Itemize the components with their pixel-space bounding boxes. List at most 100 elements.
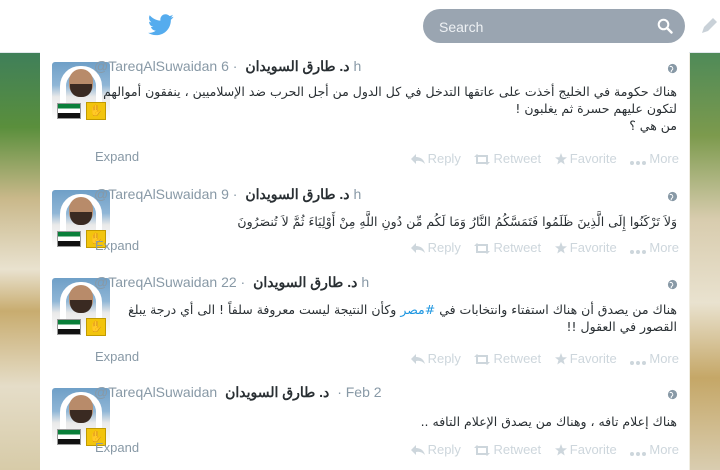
more-dots-icon — [630, 361, 647, 365]
reply-label: Reply — [427, 151, 461, 166]
retweet-label: Retweet — [493, 240, 542, 255]
flag-icon — [57, 103, 81, 119]
tweet-text-segment: وكأن النتيجة ليست معروفة سلفاً ! الى أي … — [128, 302, 401, 317]
favorite-label: Favorite — [569, 151, 617, 166]
star-icon — [554, 153, 567, 165]
favorite-button[interactable]: Favorite — [554, 240, 617, 255]
favorite-label: Favorite — [569, 351, 617, 366]
hashtag-link[interactable]: #مصر — [400, 302, 435, 317]
globe-icon — [667, 389, 678, 400]
retweet-button[interactable]: Retweet — [474, 240, 541, 255]
favorite-button[interactable]: Favorite — [554, 351, 617, 366]
reply-icon — [410, 354, 425, 364]
retweet-button[interactable]: Retweet — [474, 351, 541, 366]
reply-icon — [410, 154, 425, 164]
flag-icon — [57, 429, 81, 445]
compose-icon[interactable] — [700, 17, 718, 35]
tweet-author-name[interactable]: د. طارق السويدان — [253, 274, 357, 290]
expand-link[interactable]: Expand — [95, 238, 139, 253]
reply-label: Reply — [427, 240, 461, 255]
star-icon — [554, 444, 567, 456]
retweet-icon — [474, 354, 491, 365]
retweet-icon — [474, 445, 491, 456]
separator-dot: · — [240, 274, 246, 290]
tweet-author-name[interactable]: د. طارق السويدان — [245, 58, 349, 74]
reply-button[interactable]: Reply — [410, 240, 461, 255]
tweet[interactable]: ✋ @TareqAlSuwaidan د. طارق السويدان · Fe… — [40, 378, 689, 470]
tweet[interactable]: ✋ @TareqAlSuwaidan د. طارق السويدان · 9h… — [40, 180, 689, 269]
tweet-text-line: هناك إعلام تافه ، وهناك من يصدق الإعلام … — [420, 414, 677, 429]
tweet-text-segment: هناك من يصدق أن هناك استفتاء وانتخابات ف… — [435, 302, 677, 317]
tweet-text-line: لتكون عليهم حسرة ثم يغلبون ! — [515, 101, 677, 116]
tweet-text: هناك حكومة في الخليج أخذت على عاتقها الت… — [94, 83, 677, 134]
retweet-label: Retweet — [493, 442, 542, 457]
retweet-icon — [474, 154, 491, 165]
more-label: More — [649, 351, 679, 366]
more-dots-icon — [630, 452, 647, 456]
tweet-text-line: هناك من يصدق أن هناك استفتاء وانتخابات ف… — [94, 301, 677, 318]
tweet-handle[interactable]: @TareqAlSuwaidan — [94, 384, 217, 400]
more-label: More — [649, 151, 679, 166]
tweet-text: وَلاَ تَرْكَنُوا إِلَى الَّذِينَ ظَلَمُو… — [94, 213, 677, 230]
background-right — [690, 52, 720, 470]
reply-button[interactable]: Reply — [410, 151, 461, 166]
retweet-label: Retweet — [493, 151, 542, 166]
search-icon[interactable] — [657, 18, 673, 34]
more-button[interactable]: More — [630, 151, 679, 166]
tweet-text: هناك إعلام تافه ، وهناك من يصدق الإعلام … — [94, 413, 677, 430]
star-icon — [554, 353, 567, 365]
tweet-timestamp[interactable]: Feb 2 — [346, 384, 382, 400]
timeline: ✋ @TareqAlSuwaidan د. طارق السويدان · 6h… — [40, 52, 689, 470]
tweet-text-line: وَلاَ تَرْكَنُوا إِلَى الَّذِينَ ظَلَمُو… — [237, 214, 677, 229]
star-icon — [554, 242, 567, 254]
reply-label: Reply — [427, 442, 461, 457]
reply-label: Reply — [427, 351, 461, 366]
tweet-handle[interactable]: @TareqAlSuwaidan — [94, 58, 217, 74]
reply-button[interactable]: Reply — [410, 442, 461, 457]
flag-icon — [57, 319, 81, 335]
tweet[interactable]: ✋ @TareqAlSuwaidan د. طارق السويدان · 22… — [40, 268, 689, 379]
background-left — [0, 52, 40, 470]
reply-button[interactable]: Reply — [410, 351, 461, 366]
expand-link[interactable]: Expand — [95, 440, 139, 455]
tweet-text-line: من هي ؟ — [629, 118, 677, 133]
search-box[interactable] — [423, 9, 685, 43]
tweet[interactable]: ✋ @TareqAlSuwaidan د. طارق السويدان · 6h… — [40, 52, 689, 181]
twitter-bird-icon[interactable] — [148, 14, 174, 36]
separator-dot: · — [232, 58, 238, 74]
tweet-handle[interactable]: @TareqAlSuwaidan — [94, 186, 217, 202]
globe-icon — [667, 191, 678, 202]
more-dots-icon — [630, 250, 647, 254]
favorite-button[interactable]: Favorite — [554, 151, 617, 166]
tweet-handle[interactable]: @TareqAlSuwaidan — [94, 274, 217, 290]
search-input[interactable] — [437, 16, 641, 38]
globe-icon — [667, 63, 678, 74]
globe-icon — [667, 279, 678, 290]
separator-dot: · — [337, 384, 342, 400]
more-button[interactable]: More — [630, 240, 679, 255]
favorite-label: Favorite — [569, 240, 617, 255]
tweet-text-line: القصور في العقول !! — [566, 319, 677, 334]
more-label: More — [649, 442, 679, 457]
more-button[interactable]: More — [630, 351, 679, 366]
expand-link[interactable]: Expand — [95, 349, 139, 364]
favorite-button[interactable]: Favorite — [554, 442, 617, 457]
expand-link[interactable]: Expand — [95, 149, 139, 164]
more-button[interactable]: More — [630, 442, 679, 457]
tweet-author-name[interactable]: د. طارق السويدان — [225, 384, 329, 400]
favorite-label: Favorite — [569, 442, 617, 457]
retweet-label: Retweet — [493, 351, 542, 366]
tweet-author-name[interactable]: د. طارق السويدان — [245, 186, 349, 202]
top-bar — [0, 0, 720, 53]
separator-dot: · — [232, 186, 238, 202]
retweet-icon — [474, 243, 491, 254]
retweet-button[interactable]: Retweet — [474, 151, 541, 166]
flag-icon — [57, 231, 81, 247]
more-dots-icon — [630, 161, 647, 165]
reply-icon — [410, 243, 425, 253]
more-label: More — [649, 240, 679, 255]
tweet-text-line: هناك حكومة في الخليج أخذت على عاتقها الت… — [103, 84, 677, 99]
tweet-text: هناك من يصدق أن هناك استفتاء وانتخابات ف… — [94, 301, 677, 335]
retweet-button[interactable]: Retweet — [474, 442, 541, 457]
reply-icon — [410, 445, 425, 455]
